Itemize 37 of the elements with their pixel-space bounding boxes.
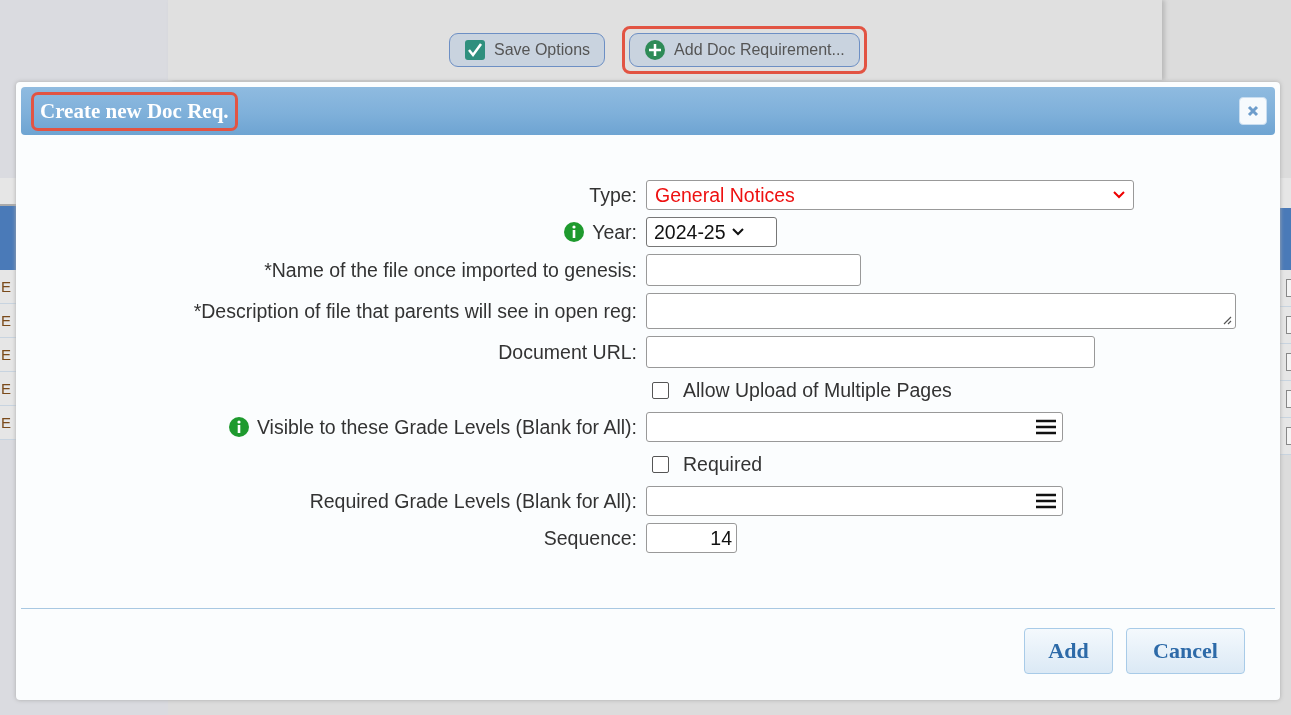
chevron-icon	[1113, 191, 1125, 199]
info-icon	[564, 222, 585, 242]
info-icon	[228, 417, 249, 437]
toolbar-button[interactable]: Add Doc Requirement...	[629, 33, 860, 67]
toolbar-button[interactable]: Save Options	[449, 33, 606, 67]
dialog-title: Create new Doc Req.	[31, 91, 238, 131]
field-label: Sequence:	[543, 526, 637, 550]
year-dropdown[interactable]: 2024-25	[646, 217, 777, 247]
checkbox[interactable]	[652, 455, 669, 473]
chevron-icon	[731, 228, 744, 236]
field-label: Type:	[589, 183, 637, 207]
dialog-button[interactable]: Cancel	[1126, 628, 1245, 674]
field-label: Document URL:	[498, 340, 637, 364]
checkbox-label: Allow Upload of Multiple Pages	[683, 378, 952, 402]
dialog-button[interactable]: Add	[1024, 628, 1113, 674]
input-field[interactable]	[646, 336, 1095, 368]
menu-icon	[1036, 493, 1056, 509]
multi-select-field[interactable]	[646, 486, 1063, 516]
close-icon	[1247, 105, 1259, 117]
resize-grip-icon	[1222, 315, 1232, 325]
text-area[interactable]	[646, 293, 1236, 329]
checkbox-label: Required	[683, 452, 763, 476]
input-field[interactable]	[646, 254, 861, 286]
checkbox[interactable]	[652, 381, 669, 399]
type-dropdown[interactable]: General Notices	[646, 180, 1134, 210]
menu-icon	[1036, 419, 1056, 435]
close-button[interactable]	[1239, 97, 1267, 125]
plus-icon	[644, 39, 667, 61]
field-label: *Description of file that parents will see in open reg:	[193, 299, 637, 323]
table-header	[0, 206, 16, 270]
field-label: Year:	[592, 220, 637, 244]
field-label: *Name of the file once imported to genesis:	[264, 258, 637, 282]
field-label: Visible to these Grade Levels (Blank for All):	[256, 415, 637, 439]
field-label: Required Grade Levels (Blank for All):	[309, 489, 637, 513]
checkbox-icon	[464, 39, 486, 61]
multi-select-field[interactable]	[646, 412, 1063, 442]
number-field[interactable]: 14	[646, 523, 737, 553]
